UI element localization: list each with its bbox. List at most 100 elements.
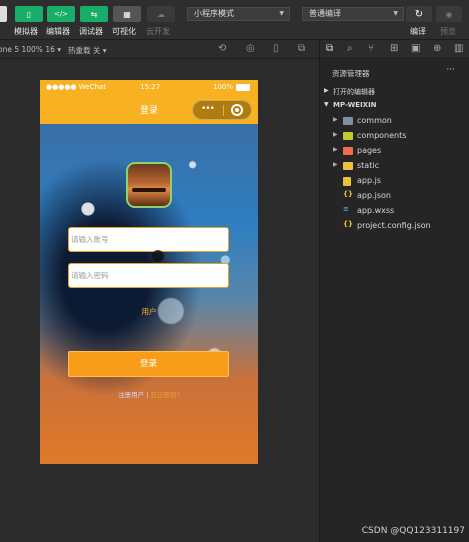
explorer-title: 资源管理器: [332, 69, 370, 78]
cloud-panel-icon[interactable]: ⊕: [433, 43, 441, 54]
project-section[interactable]: ▼ MP-WEIXIN: [320, 99, 469, 113]
tree-item-pages[interactable]: ▶ pages: [320, 144, 469, 158]
hot-reload-toggle[interactable]: 热重载 关 ▾: [68, 45, 107, 56]
search-icon[interactable]: ⌕: [347, 43, 353, 54]
forgot-password-link[interactable]: 忘记密码?: [150, 391, 179, 399]
phone-icon: ▯: [26, 9, 32, 19]
more-options-icon[interactable]: ···: [446, 65, 455, 75]
capsule-divider: [223, 105, 224, 116]
cloud-dev-button[interactable]: ☁: [147, 6, 175, 22]
login-button[interactable]: 登录: [68, 351, 229, 377]
tree-item-app-wxss[interactable]: ≡ app.wxss: [320, 204, 469, 218]
simulator-toggle-button[interactable]: ▯: [15, 6, 43, 22]
wechat-capsule[interactable]: •••: [192, 100, 252, 120]
chevron-right-icon: ▶: [324, 87, 329, 94]
mode-select[interactable]: 小程序模式 ▼: [187, 7, 290, 21]
tree-item-label: common: [357, 116, 392, 125]
phone-nav-bar: 登录 •••: [40, 96, 258, 124]
open-editors-section[interactable]: ▶ 打开的编辑器: [320, 85, 469, 99]
mode-select-value: 小程序模式: [194, 9, 234, 18]
source-control-icon[interactable]: ⑂: [368, 43, 374, 54]
chevron-down-icon: ▼: [393, 10, 398, 17]
compile-select[interactable]: 普通编译 ▼: [302, 7, 404, 21]
tree-item-label: components: [357, 131, 407, 140]
tree-item-app-js[interactable]: app.js: [320, 174, 469, 188]
folder-icon: [343, 147, 353, 155]
folder-icon: [343, 132, 353, 140]
js-file-icon: [343, 177, 351, 186]
code-icon: </>: [53, 10, 69, 18]
tree-item-label: static: [357, 161, 379, 170]
editor-toggle-button[interactable]: </>: [47, 6, 75, 22]
editor-label: 编辑器: [46, 27, 70, 36]
tree-item-components[interactable]: ▶ components: [320, 129, 469, 143]
tree-item-label: app.wxss: [357, 206, 395, 215]
css-file-icon: ≡: [343, 205, 349, 213]
status-time: 15:27: [140, 83, 161, 91]
tree-item-app-json[interactable]: {} app.json: [320, 189, 469, 203]
register-link[interactable]: 注册用户: [118, 391, 144, 399]
phone-preview-icon[interactable]: ▯: [273, 43, 279, 54]
mouse-cursor: [152, 250, 164, 262]
login-page: 请输入账号 请输入密码 用户 登录 注册用户 | 忘记密码?: [40, 124, 258, 464]
extensions-icon[interactable]: ⊞: [390, 43, 398, 54]
chevron-down-icon: ▼: [324, 101, 329, 108]
file-explorer: 资源管理器 ··· ▶ 打开的编辑器 ▼ MP-WEIXIN ▶ common …: [320, 60, 469, 542]
tree-item-static[interactable]: ▶ static: [320, 159, 469, 173]
status-carrier: ●●●●● WeChat: [46, 83, 106, 91]
tree-item-label: project.config.json: [357, 221, 431, 230]
tree-item-project-config[interactable]: {} project.config.json: [320, 219, 469, 233]
json-file-icon: {}: [343, 190, 353, 198]
close-app-icon[interactable]: [231, 104, 243, 116]
app-logo: [126, 162, 172, 208]
debugger-label: 调试器: [79, 27, 103, 36]
simulator-toolbar: one 5 100% 16 ▾ 热重载 关 ▾ ⟲ ◎ ▯ ⧉: [0, 41, 319, 59]
watermark: CSDN @QQ123311197: [361, 526, 465, 536]
cloud-dev-label: 云开发: [146, 27, 170, 36]
popout-icon[interactable]: ⧉: [298, 43, 305, 54]
tree-item-label: pages: [357, 146, 382, 155]
visual-toggle-button[interactable]: ▦: [113, 6, 141, 22]
preview-label: 预览: [440, 27, 456, 36]
simulator-label: 模拟器: [14, 27, 38, 36]
record-icon[interactable]: ◎: [246, 43, 255, 54]
more-icon[interactable]: •••: [201, 104, 215, 114]
tree-item-label: app.json: [357, 191, 391, 200]
refresh-icon: ↻: [414, 8, 424, 20]
password-input[interactable]: 请输入密码: [68, 263, 229, 288]
chevron-right-icon: ▶: [333, 116, 338, 123]
chevron-down-icon: ▼: [279, 10, 284, 17]
folder-icon: [343, 117, 353, 125]
json-file-icon: {}: [343, 220, 353, 228]
debug-icon: ⇆: [90, 9, 98, 19]
open-editors-label: 打开的编辑器: [333, 88, 375, 96]
files-icon[interactable]: ⧉: [326, 43, 333, 54]
debug-panel-icon[interactable]: ▣: [411, 43, 420, 54]
user-link[interactable]: 用户: [40, 306, 258, 317]
chevron-right-icon: ▶: [333, 131, 338, 138]
preview-button[interactable]: ◉: [436, 6, 462, 22]
project-label: MP-WEIXIN: [333, 101, 377, 109]
phone-simulator: ●●●●● WeChat 15:27 100% 登录 ••• 请输入账号 请输入…: [40, 80, 258, 464]
folder-icon: [343, 162, 353, 170]
auth-links: 注册用户 | 忘记密码?: [40, 389, 258, 399]
avatar[interactable]: [0, 6, 7, 22]
device-select[interactable]: one 5 100% 16 ▾: [0, 45, 61, 54]
compile-label: 编译: [410, 27, 426, 36]
tree-item-common[interactable]: ▶ common: [320, 114, 469, 128]
account-input[interactable]: 请输入账号: [68, 227, 229, 252]
layout-icon: ▦: [123, 9, 131, 19]
compile-button[interactable]: ↻: [406, 6, 432, 22]
visual-label: 可视化: [112, 27, 136, 36]
top-toolbar: ▯ 模拟器 </> 编辑器 ⇆ 调试器 ▦ 可视化 ☁ 云开发 小程序模式 ▼ …: [0, 0, 469, 40]
debugger-toggle-button[interactable]: ⇆: [80, 6, 108, 22]
layout-panel-icon[interactable]: ▥: [454, 43, 463, 54]
chevron-right-icon: ▶: [333, 161, 338, 168]
phone-status-bar: ●●●●● WeChat 15:27 100%: [40, 80, 258, 96]
cloud-icon: ☁: [157, 9, 165, 19]
rotate-icon[interactable]: ⟲: [218, 43, 226, 54]
eye-icon: ◉: [445, 9, 453, 19]
status-battery: 100%: [213, 83, 234, 91]
compile-select-value: 普通编译: [309, 9, 341, 18]
activity-bar: ⧉ ⌕ ⑂ ⊞ ▣ ⊕ ▥: [320, 41, 469, 59]
